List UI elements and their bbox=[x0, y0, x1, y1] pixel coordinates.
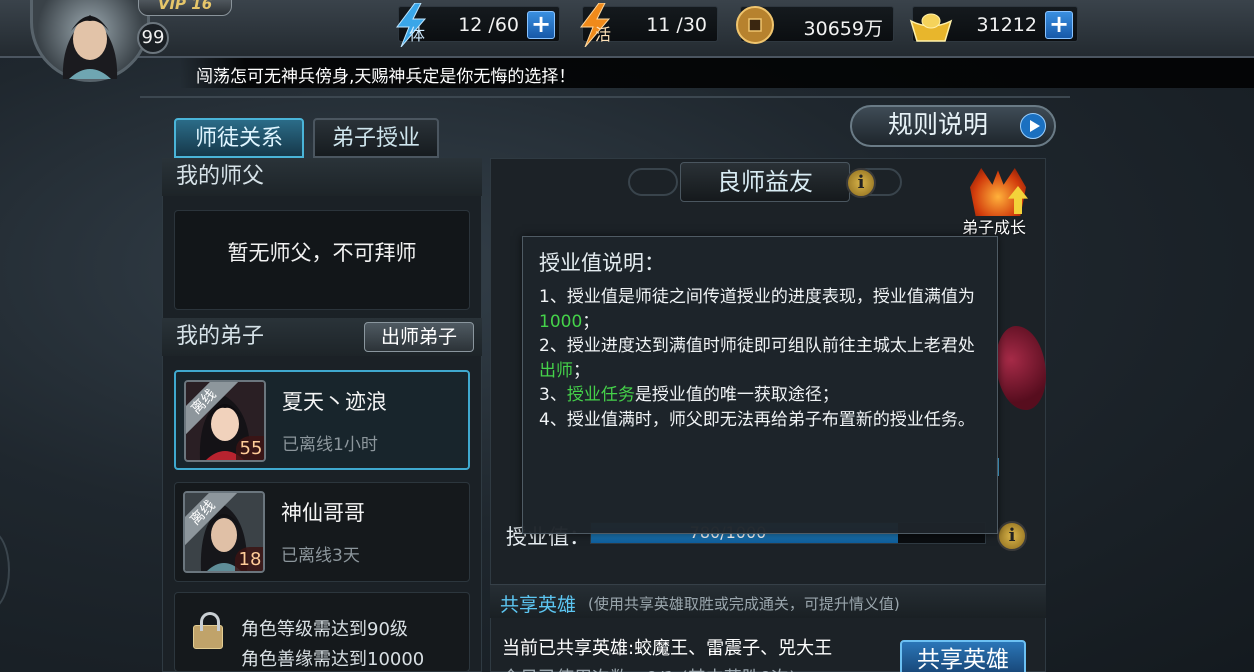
disciple-name: 夏天丶迹浪 bbox=[282, 390, 387, 414]
shared-hero-header: 共享英雄 (使用共享英雄取胜或完成通关，可提升情义值) bbox=[490, 584, 1046, 618]
disciple-level: 55 bbox=[236, 436, 264, 460]
rules-button-label: 规则说明 bbox=[888, 110, 989, 139]
stamina-value: 12 /60 bbox=[458, 14, 519, 36]
energy-resource: 活 11 /30 bbox=[580, 3, 718, 47]
disciple-card[interactable]: 离线 18 神仙哥哥 已离线3天 bbox=[174, 482, 470, 582]
play-arrow-icon bbox=[1020, 113, 1046, 139]
disciple-status: 已离线1小时 bbox=[282, 435, 378, 455]
locked-disciple-slot: 角色等级需达到90级 角色善缘需达到10000 bbox=[174, 592, 470, 672]
tab-disciple-teaching[interactable]: 弟子授业 bbox=[313, 118, 439, 158]
ingot-resource: 31212 + bbox=[909, 6, 1078, 42]
player-level-badge: 99 bbox=[137, 22, 169, 54]
graduate-disciple-button[interactable]: 出师弟子 bbox=[364, 322, 474, 352]
tooltip-rule-1: 1、授业值是师徒之间传道授业的进度表现，授业值满值为 1000； bbox=[539, 285, 981, 334]
shared-hero-note: (使用共享英雄取胜或完成通关，可提升情义值) bbox=[588, 595, 900, 613]
avatar: 离线 18 bbox=[183, 491, 265, 573]
player-avatar[interactable] bbox=[30, 0, 150, 82]
unlock-requirement-level: 角色等级需达到90级 bbox=[241, 619, 408, 640]
gold-ingot-icon bbox=[909, 13, 953, 42]
title-ornament-left bbox=[628, 168, 678, 196]
teaching-value-tooltip: 授业值说明： 1、授业值是师徒之间传道授业的进度表现，授业值满值为1000； 2… bbox=[522, 236, 998, 534]
disciple-card[interactable]: 离线 55 夏天丶迹浪 已离线1小时 bbox=[174, 370, 470, 470]
tooltip-highlight: 1000 bbox=[539, 311, 583, 332]
unlock-requirement-karma: 角色善缘需达到10000 bbox=[241, 649, 425, 670]
vip-badge[interactable]: VIP 16 bbox=[138, 0, 232, 16]
tooltip-text: 3、 bbox=[539, 385, 567, 405]
info-icon[interactable]: i bbox=[846, 168, 876, 198]
share-hero-button[interactable]: 共享英雄 bbox=[900, 640, 1026, 672]
add-stamina-button[interactable]: + bbox=[527, 11, 555, 39]
tooltip-title: 授业值说明： bbox=[539, 251, 665, 275]
info-icon[interactable]: i bbox=[997, 521, 1027, 551]
shared-hero-list: 当前已共享英雄:蛟魔王、雷震子、兕大王 bbox=[502, 638, 833, 659]
stamina-label: 体 bbox=[409, 25, 426, 44]
add-ingot-button[interactable]: + bbox=[1045, 11, 1073, 39]
stamina-resource: 体 12 /60 + bbox=[396, 3, 560, 47]
rules-button[interactable]: 规则说明 bbox=[850, 105, 1056, 147]
tooltip-highlight: 出师 bbox=[539, 360, 573, 381]
tooltip-highlight: 授业任务 bbox=[566, 385, 635, 405]
mentor-panel-title: 良师益友 bbox=[680, 162, 850, 202]
coin-resource: 30659万 bbox=[736, 6, 894, 44]
tooltip-text: ； bbox=[582, 311, 600, 332]
disciple-name: 神仙哥哥 bbox=[281, 501, 365, 525]
coin-value: 30659万 bbox=[803, 18, 883, 40]
lock-icon bbox=[193, 612, 223, 649]
shared-hero-usage: 今日已使用次数：0/1 (其中获胜0次) bbox=[502, 664, 796, 672]
ingot-value: 31212 bbox=[976, 14, 1037, 36]
tooltip-rule-4: 4、授业值满时，师父即无法再给弟子布置新的授业任务。 bbox=[539, 409, 975, 430]
disciple-level: 18 bbox=[235, 547, 263, 571]
disciple-status: 已离线3天 bbox=[281, 546, 360, 566]
tab-master-relation[interactable]: 师徒关系 bbox=[174, 118, 304, 158]
hero-portrait-icon bbox=[62, 15, 118, 79]
energy-label: 活 bbox=[595, 25, 612, 44]
no-master-message: 暂无师父，不可拜师 bbox=[174, 210, 470, 310]
left-edge-decoration bbox=[0, 530, 10, 610]
tooltip-text: 2、授业进度达到满值时师徒即可组队前往主城太上老君处 bbox=[539, 336, 975, 356]
tooltip-rule-3: 3、授业任务是授业值的唯一获取途径； bbox=[539, 383, 981, 408]
disciple-growth-label: 弟子成长 bbox=[962, 218, 1027, 237]
energy-value: 11 /30 bbox=[646, 14, 707, 36]
announcement-text: 闯荡怎可无神兵傍身,天赐神兵定是你无悔的选择！ bbox=[196, 67, 576, 87]
my-master-heading: 我的师父 bbox=[162, 158, 482, 196]
avatar: 离线 55 bbox=[184, 380, 266, 462]
copper-coin-icon bbox=[736, 6, 774, 44]
tooltip-text: 1、授业值是师徒之间传道授业的进度表现，授业值满值为 bbox=[539, 287, 975, 307]
tooltip-text: ； bbox=[573, 360, 590, 381]
tooltip-rule-2: 2、授业进度达到满值时师徒即可组队前往主城太上老君处出师； bbox=[539, 334, 981, 383]
shared-hero-title: 共享英雄 bbox=[500, 594, 577, 616]
tooltip-text: 是授业值的唯一获取途径； bbox=[634, 385, 839, 405]
